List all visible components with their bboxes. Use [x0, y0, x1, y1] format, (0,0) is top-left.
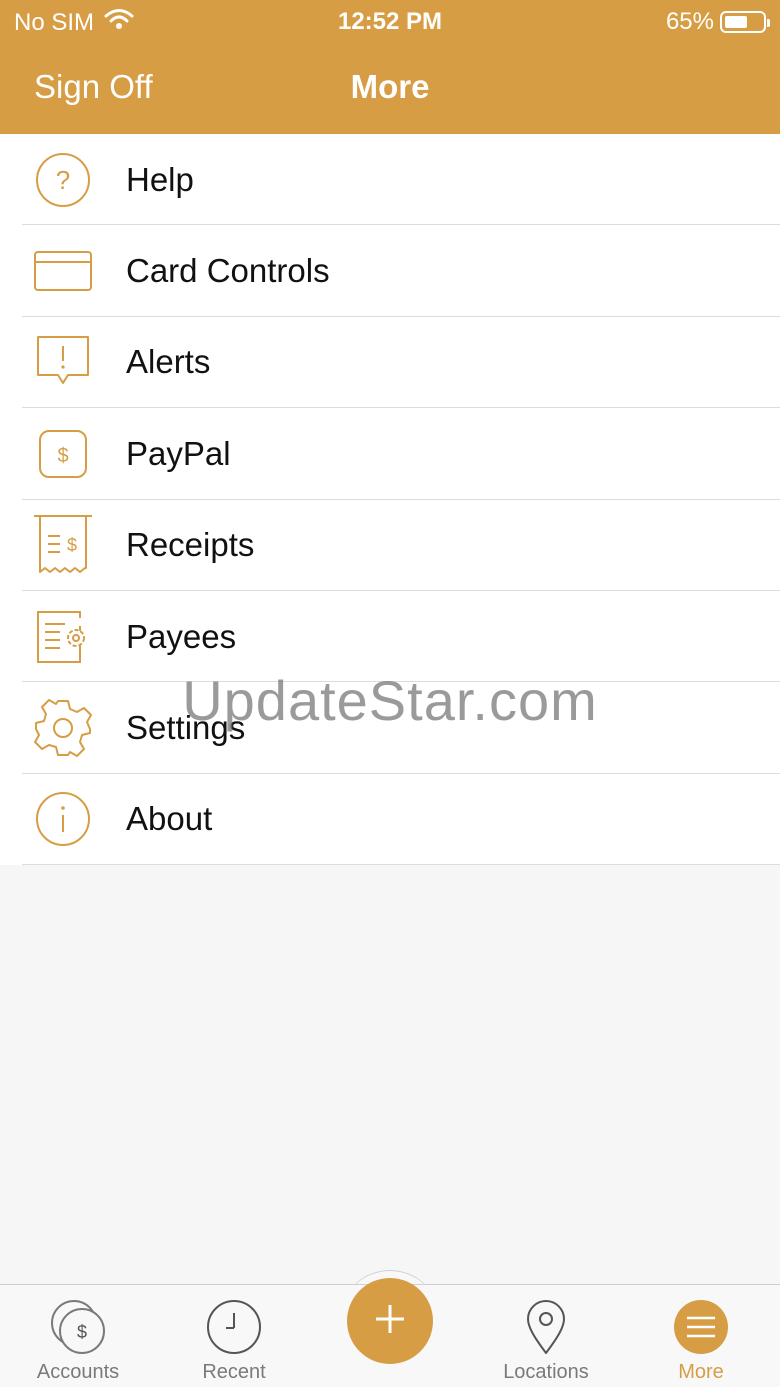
- tab-accounts[interactable]: $ Accounts: [8, 1285, 148, 1387]
- svg-text:$: $: [57, 445, 68, 467]
- screen: No SIM 12:52 PM 65% Sign Off More ? Help: [0, 0, 780, 1387]
- svg-text:$: $: [67, 535, 77, 555]
- receipt-icon: $: [30, 512, 96, 578]
- help-icon: ?: [30, 147, 96, 213]
- svg-text:$: $: [77, 1322, 87, 1342]
- menu-item-paypal[interactable]: $ PayPal: [0, 408, 780, 500]
- battery: 65%: [665, 8, 770, 36]
- tab-label: Locations: [503, 1361, 589, 1383]
- tab-label: More: [678, 1361, 724, 1383]
- menu-item-payees[interactable]: Payees: [0, 591, 780, 683]
- menu-item-help[interactable]: ? Help: [0, 134, 780, 226]
- menu-item-settings[interactable]: Settings: [0, 682, 780, 774]
- menu-item-label: Payees: [126, 617, 237, 655]
- tab-label: Accounts: [36, 1361, 120, 1383]
- plus-icon: [370, 1299, 410, 1344]
- menu-item-about[interactable]: About: [0, 774, 780, 866]
- status-time: 12:52 PM: [337, 8, 443, 35]
- tab-recent[interactable]: Recent: [164, 1285, 304, 1387]
- info-icon: [30, 786, 96, 852]
- menu-item-label: Card Controls: [126, 252, 330, 290]
- tab-more[interactable]: More: [631, 1285, 771, 1387]
- menu-item-receipts[interactable]: $ Receipts: [0, 500, 780, 591]
- menu-item-label: About: [126, 800, 213, 838]
- menu-item-alerts[interactable]: Alerts: [0, 317, 780, 409]
- tab-locations[interactable]: Locations: [476, 1285, 616, 1387]
- header: No SIM 12:52 PM 65% Sign Off More: [0, 0, 780, 134]
- gear-icon: [30, 695, 96, 761]
- menu-item-label: Settings: [126, 709, 246, 747]
- svg-text:?: ?: [56, 165, 70, 195]
- payees-icon: [30, 604, 96, 670]
- paypal-icon: $: [30, 421, 96, 487]
- card-icon: [30, 238, 96, 304]
- divider: [22, 864, 780, 866]
- tab-label: Recent: [202, 1361, 266, 1383]
- battery-percent: 65%: [665, 8, 714, 35]
- menu-item-label: Help: [126, 160, 194, 198]
- alert-icon: [30, 329, 96, 395]
- more-menu: ? Help Card Controls Alerts $ PayPal $ R…: [0, 134, 780, 866]
- accounts-icon: $: [48, 1297, 108, 1357]
- menu-item-label: Alerts: [126, 343, 211, 381]
- menu-item-label: PayPal: [126, 434, 231, 472]
- page-title: More: [350, 68, 430, 105]
- battery-icon: [720, 11, 770, 33]
- add-button[interactable]: [347, 1278, 433, 1364]
- clock-icon: [204, 1297, 264, 1357]
- status-bar: No SIM 12:52 PM 65%: [0, 0, 780, 44]
- location-pin-icon: [516, 1297, 576, 1357]
- menu-item-card-controls[interactable]: Card Controls: [0, 225, 780, 317]
- menu-item-label: Receipts: [126, 526, 255, 564]
- menu-icon: [671, 1297, 731, 1357]
